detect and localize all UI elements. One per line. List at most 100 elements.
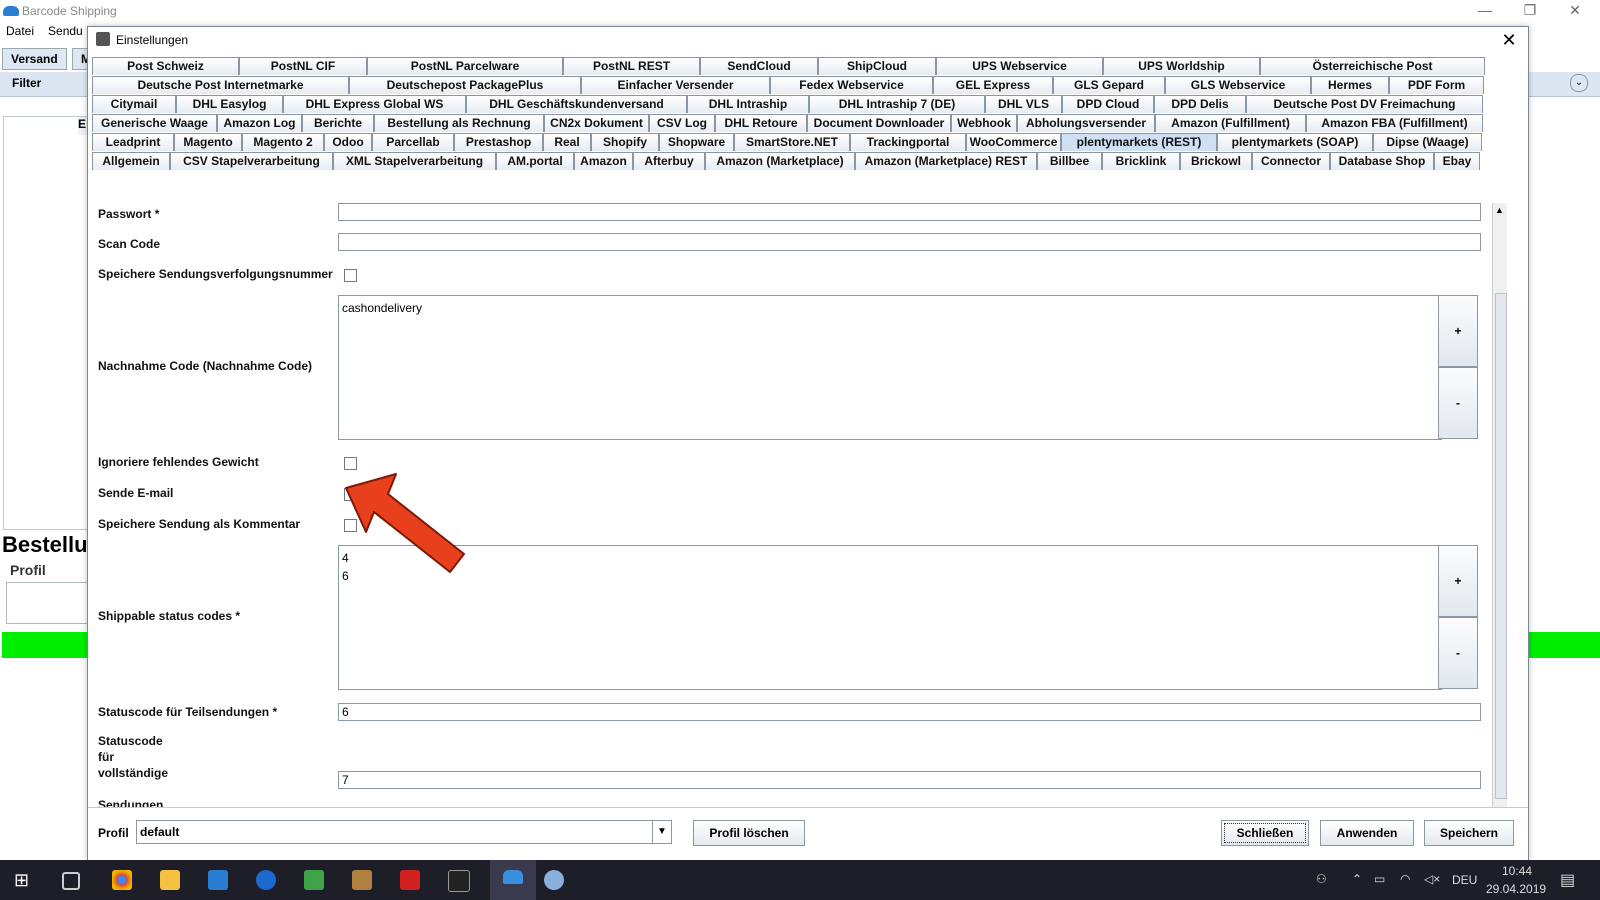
windows-start-icon[interactable]: ⊞ xyxy=(14,870,34,890)
chevron-up-icon[interactable]: ⌃ xyxy=(1352,872,1362,886)
restore-icon[interactable]: ❐ xyxy=(1515,2,1545,20)
tab-dhl-retoure[interactable]: DHL Retoure xyxy=(715,114,807,132)
vscode-icon[interactable] xyxy=(208,870,228,890)
schliessen-button[interactable]: Schließen xyxy=(1221,820,1309,846)
terminal-icon[interactable] xyxy=(448,870,470,892)
minimize-icon[interactable]: — xyxy=(1470,2,1500,20)
close-icon[interactable]: ✕ xyxy=(1498,29,1520,51)
battery-icon[interactable]: ▭ xyxy=(1374,872,1385,886)
scroll-up-icon[interactable]: ▲ xyxy=(1495,205,1504,215)
tab-shopify[interactable]: Shopify xyxy=(591,133,659,151)
scan-code-field[interactable] xyxy=(338,233,1481,251)
tab-allgemein[interactable]: Allgemein xyxy=(92,152,170,170)
notification-icon[interactable]: ▤ xyxy=(1560,870,1575,890)
tab-xml-stapelverarbeitung[interactable]: XML Stapelverarbeitung xyxy=(333,152,496,170)
tab-deutsche-post-dv-freimachung[interactable]: Deutsche Post DV Freimachung xyxy=(1246,95,1483,113)
tab-gls-gepard[interactable]: GLS Gepard xyxy=(1053,76,1165,94)
tab-parcellab[interactable]: Parcellab xyxy=(372,133,454,151)
tab-dpd-cloud[interactable]: DPD Cloud xyxy=(1062,95,1154,113)
tab-webhook[interactable]: Webhook xyxy=(951,114,1017,132)
tab-prestashop[interactable]: Prestashop xyxy=(454,133,543,151)
tab-dpd-delis[interactable]: DPD Delis xyxy=(1154,95,1246,113)
list-item[interactable]: 4 xyxy=(342,549,1438,567)
tab-deutschepost-packageplus[interactable]: Deutschepost PackagePlus xyxy=(349,76,581,94)
tab-dhl-vls[interactable]: DHL VLS xyxy=(985,95,1062,113)
chevron-down-icon[interactable]: ⌄ xyxy=(1570,74,1588,92)
tab-ebay[interactable]: Ebay xyxy=(1434,152,1480,170)
tab-sendcloud[interactable]: SendCloud xyxy=(700,57,818,75)
wifi-icon[interactable]: ◠ xyxy=(1400,872,1410,886)
tab-versand[interactable]: Versand xyxy=(2,48,67,70)
tab-österreichische-post[interactable]: Österreichische Post xyxy=(1260,57,1485,75)
tab-cn2x-dokument[interactable]: CN2x Dokument xyxy=(544,114,649,132)
tab-fedex-webservice[interactable]: Fedex Webservice xyxy=(770,76,933,94)
app-close-icon[interactable]: ✕ xyxy=(1560,2,1590,20)
tab-bestellung-als-rechnung[interactable]: Bestellung als Rechnung xyxy=(374,114,544,132)
menu-datei[interactable]: Datei xyxy=(6,24,34,38)
menu-sendungen[interactable]: Sendu xyxy=(48,24,83,38)
tab-dhl-geschäftskundenversand[interactable]: DHL Geschäftskundenversand xyxy=(466,95,687,113)
speichern-button[interactable]: Speichern xyxy=(1424,820,1514,846)
tab-leadprint[interactable]: Leadprint xyxy=(92,133,174,151)
tab-generische-waage[interactable]: Generische Waage xyxy=(92,114,217,132)
task-view-icon[interactable] xyxy=(62,872,80,890)
tab-real[interactable]: Real xyxy=(543,133,591,151)
tab-dhl-express-global-ws[interactable]: DHL Express Global WS xyxy=(283,95,466,113)
clock-date[interactable]: 29.04.2019 xyxy=(1486,882,1546,896)
acrobat-icon[interactable] xyxy=(400,870,420,890)
nachnahme-remove-button[interactable]: - xyxy=(1438,367,1478,439)
tab-amazon-marketplace[interactable]: Amazon (Marketplace) xyxy=(705,152,855,170)
notepad-icon[interactable] xyxy=(304,870,324,890)
tab-postnl-cif[interactable]: PostNL CIF xyxy=(239,57,367,75)
shippable-codes-list[interactable]: 4 6 xyxy=(338,545,1442,690)
tab-abholungsversender[interactable]: Abholungsversender xyxy=(1017,114,1155,132)
people-icon[interactable]: ⚇ xyxy=(1316,872,1327,886)
language-indicator[interactable]: DEU xyxy=(1452,873,1477,887)
tab-brickowl[interactable]: Brickowl xyxy=(1180,152,1252,170)
volume-icon[interactable]: ◁× xyxy=(1424,872,1440,886)
tab-trackingportal[interactable]: Trackingportal xyxy=(850,133,966,151)
tab-odoo[interactable]: Odoo xyxy=(324,133,372,151)
shippable-remove-button[interactable]: - xyxy=(1438,617,1478,689)
anwenden-button[interactable]: Anwenden xyxy=(1320,820,1414,846)
teilsendungen-field[interactable]: 6 xyxy=(338,703,1481,721)
tab-dhl-intraship[interactable]: DHL Intraship xyxy=(687,95,809,113)
tab-hermes[interactable]: Hermes xyxy=(1311,76,1389,94)
chrome-icon[interactable] xyxy=(112,870,132,890)
tab-am-portal[interactable]: AM.portal xyxy=(496,152,574,170)
tab-dhl-intraship-7-de[interactable]: DHL Intraship 7 (DE) xyxy=(809,95,985,113)
tab-amazon-fba-fulfillment[interactable]: Amazon FBA (Fulfillment) xyxy=(1306,114,1483,132)
paint-icon[interactable] xyxy=(544,870,564,890)
tab-afterbuy[interactable]: Afterbuy xyxy=(633,152,705,170)
shippable-add-button[interactable]: + xyxy=(1438,545,1478,617)
tab-billbee[interactable]: Billbee xyxy=(1037,152,1102,170)
dropdown-arrow-icon[interactable]: ▼ xyxy=(652,820,672,844)
passwort-field[interactable] xyxy=(338,203,1481,221)
tab-einfacher-versender[interactable]: Einfacher Versender xyxy=(581,76,770,94)
list-item[interactable]: 6 xyxy=(342,567,1438,585)
tab-shopware[interactable]: Shopware xyxy=(659,133,734,151)
tab-smartstore-net[interactable]: SmartStore.NET xyxy=(734,133,850,151)
speichere-tracking-checkbox[interactable] xyxy=(344,269,357,282)
tab-berichte[interactable]: Berichte xyxy=(302,114,374,132)
tab-amazon-fulfillment[interactable]: Amazon (Fulfillment) xyxy=(1155,114,1306,132)
tab-shipcloud[interactable]: ShipCloud xyxy=(818,57,936,75)
tab-amazon-marketplace-rest[interactable]: Amazon (Marketplace) REST xyxy=(855,152,1037,170)
tab-amazon[interactable]: Amazon xyxy=(574,152,633,170)
tab-csv-log[interactable]: CSV Log xyxy=(649,114,715,132)
vollstaendige-field[interactable]: 7 xyxy=(338,771,1481,789)
tab-woocommerce[interactable]: WooCommerce xyxy=(966,133,1061,151)
tab-ups-worldship[interactable]: UPS Worldship xyxy=(1103,57,1260,75)
tab-gls-webservice[interactable]: GLS Webservice xyxy=(1165,76,1311,94)
tab-magento[interactable]: Magento xyxy=(174,133,242,151)
teamviewer-icon[interactable] xyxy=(256,870,276,890)
nachnahme-add-button[interactable]: + xyxy=(1438,295,1478,367)
tab-pdf-form[interactable]: PDF Form xyxy=(1389,76,1484,94)
scrollbar-thumb[interactable] xyxy=(1495,293,1507,799)
vertical-scrollbar[interactable]: ▲ ▼ xyxy=(1492,203,1507,821)
tab-dipse-waage[interactable]: Dipse (Waage) xyxy=(1373,133,1482,151)
tab-postnl-parcelware[interactable]: PostNL Parcelware xyxy=(367,57,563,75)
tab-plentymarkets-rest[interactable]: plentymarkets (REST) xyxy=(1061,133,1217,151)
barcode-shipping-taskbar-button[interactable] xyxy=(490,860,536,900)
tab-citymail[interactable]: Citymail xyxy=(92,95,176,113)
